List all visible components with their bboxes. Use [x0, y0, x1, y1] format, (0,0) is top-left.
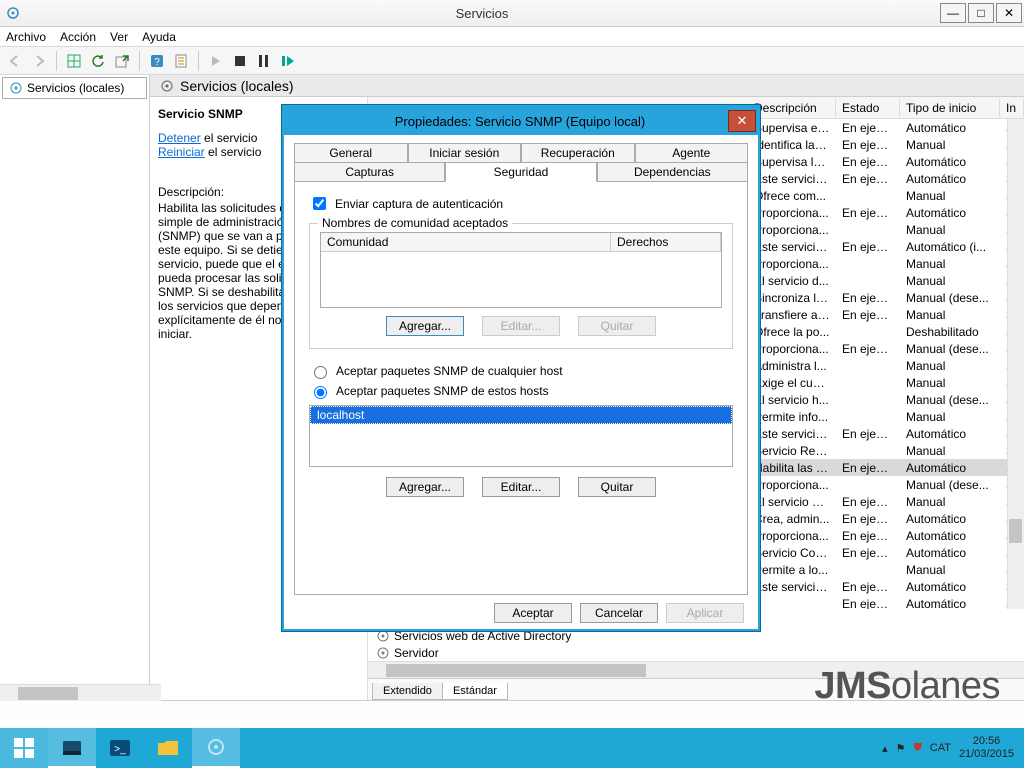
maximize-button[interactable]: □ [968, 3, 994, 23]
community-add-button[interactable]: Agregar... [386, 316, 464, 336]
back-button[interactable] [4, 50, 26, 72]
forward-button[interactable] [28, 50, 50, 72]
col-tipo[interactable]: Tipo de inicio [900, 99, 1000, 117]
ok-button[interactable]: Aceptar [494, 603, 572, 623]
send-trap-input[interactable] [313, 197, 326, 210]
restart-link[interactable]: Reiniciar [158, 145, 205, 159]
dialog-tabs: General Iniciar sesión Recuperación Agen… [294, 143, 748, 182]
system-tray: ▴ ⚑ ⛊ CAT 20:56 21/03/2015 [882, 735, 1024, 761]
tab-general[interactable]: General [294, 143, 408, 163]
dialog-buttons: Aceptar Cancelar Aplicar [294, 595, 748, 623]
menu-accion[interactable]: Acción [60, 30, 96, 44]
tray-lang[interactable]: CAT [930, 742, 951, 754]
svg-text:?: ? [154, 57, 160, 68]
menubar: Archivo Acción Ver Ayuda [0, 27, 1024, 47]
menu-archivo[interactable]: Archivo [6, 30, 46, 44]
tray-shield-icon[interactable]: ⛊ [914, 742, 922, 755]
host-delete-button[interactable]: Quitar [578, 477, 656, 497]
host-edit-button[interactable]: Editar... [482, 477, 560, 497]
statusbar [0, 700, 1024, 722]
col-derechos[interactable]: Derechos [611, 233, 721, 251]
tray-flag-icon[interactable]: ⚑ [896, 742, 906, 755]
tab-dependencias[interactable]: Dependencias [597, 162, 748, 182]
scrollbar-thumb[interactable] [1009, 519, 1022, 543]
start-button[interactable] [0, 728, 48, 768]
list-hscroll[interactable] [368, 661, 1024, 678]
gear-icon [160, 79, 174, 93]
community-group: Nombres de comunidad aceptados Comunidad… [309, 223, 733, 349]
apply-button: Aplicar [666, 603, 744, 623]
tree-item-label: Servicios (locales) [27, 81, 124, 95]
pause-icon[interactable] [253, 50, 275, 72]
minimize-button[interactable]: — [940, 3, 966, 23]
community-legend: Nombres de comunidad aceptados [318, 216, 512, 230]
community-table[interactable]: Comunidad Derechos [320, 232, 722, 308]
radio-any-host[interactable]: Aceptar paquetes SNMP de cualquier host [309, 363, 733, 379]
dialog-title: Propiedades: Servicio SNMP (Equipo local… [284, 114, 728, 129]
host-add-button[interactable]: Agregar... [386, 477, 464, 497]
community-edit-button: Editar... [482, 316, 560, 336]
titlebar: Servicios — □ ✕ [0, 0, 1024, 27]
taskbar: >_ ▴ ⚑ ⛊ CAT 20:56 21/03/2015 [0, 728, 1024, 768]
tree-hscroll[interactable] [0, 684, 161, 701]
col-ini[interactable]: In [1000, 99, 1024, 117]
tab-estandar[interactable]: Estándar [442, 683, 508, 700]
tab-body: Enviar captura de autenticación Nombres … [294, 182, 748, 595]
col-estado[interactable]: Estado [836, 99, 900, 117]
taskbar-server-manager[interactable] [48, 728, 96, 768]
tab-recuperacion[interactable]: Recuperación [521, 143, 635, 163]
footer-tabs: Extendido Estándar [368, 678, 1024, 700]
radio-these-hosts[interactable]: Aceptar paquetes SNMP de estos hosts [309, 383, 733, 399]
taskbar-services[interactable] [192, 728, 240, 768]
refresh-icon[interactable] [87, 50, 109, 72]
list-item[interactable]: Servidor [376, 644, 1024, 661]
tray-up-icon[interactable]: ▴ [882, 742, 888, 755]
taskbar-powershell[interactable]: >_ [96, 728, 144, 768]
dialog-close-button[interactable]: ✕ [728, 110, 756, 132]
restart-icon[interactable] [277, 50, 299, 72]
col-description[interactable]: Descripción [748, 99, 836, 117]
menu-ayuda[interactable]: Ayuda [142, 30, 176, 44]
help-icon[interactable]: ? [146, 50, 168, 72]
tree-panel: Servicios (locales) [0, 75, 150, 700]
tab-capturas[interactable]: Capturas [294, 162, 445, 182]
taskbar-explorer[interactable] [144, 728, 192, 768]
stop-icon[interactable] [229, 50, 251, 72]
tree-item-services[interactable]: Servicios (locales) [2, 77, 147, 99]
content-header: Servicios (locales) [150, 75, 1024, 97]
export-icon[interactable] [111, 50, 133, 72]
dialog-titlebar: Propiedades: Servicio SNMP (Equipo local… [284, 107, 758, 135]
tab-seguridad[interactable]: Seguridad [445, 162, 596, 182]
send-trap-checkbox[interactable]: Enviar captura de autenticación [309, 194, 733, 213]
close-button[interactable]: ✕ [996, 3, 1022, 23]
app-icon [0, 6, 26, 20]
tab-agente[interactable]: Agente [635, 143, 749, 163]
svg-text:>_: >_ [114, 744, 126, 755]
properties-dialog: Propiedades: Servicio SNMP (Equipo local… [282, 105, 760, 631]
cancel-button[interactable]: Cancelar [580, 603, 658, 623]
tray-clock[interactable]: 20:56 21/03/2015 [959, 735, 1014, 761]
toolbar: ? [0, 47, 1024, 75]
window-title: Servicios [26, 6, 938, 21]
host-item-localhost[interactable]: localhost [310, 406, 732, 424]
tab-iniciar[interactable]: Iniciar sesión [408, 143, 522, 163]
hosts-listbox[interactable]: localhost [309, 405, 733, 467]
tab-extendido[interactable]: Extendido [372, 683, 443, 700]
toolbar-grid-icon[interactable] [63, 50, 85, 72]
content-header-title: Servicios (locales) [180, 78, 294, 94]
community-delete-button: Quitar [578, 316, 656, 336]
menu-ver[interactable]: Ver [110, 30, 128, 44]
properties-icon[interactable] [170, 50, 192, 72]
play-icon[interactable] [205, 50, 227, 72]
stop-link[interactable]: Detener [158, 131, 201, 145]
list-scrollbar[interactable] [1007, 119, 1024, 609]
col-comunidad[interactable]: Comunidad [321, 233, 611, 251]
